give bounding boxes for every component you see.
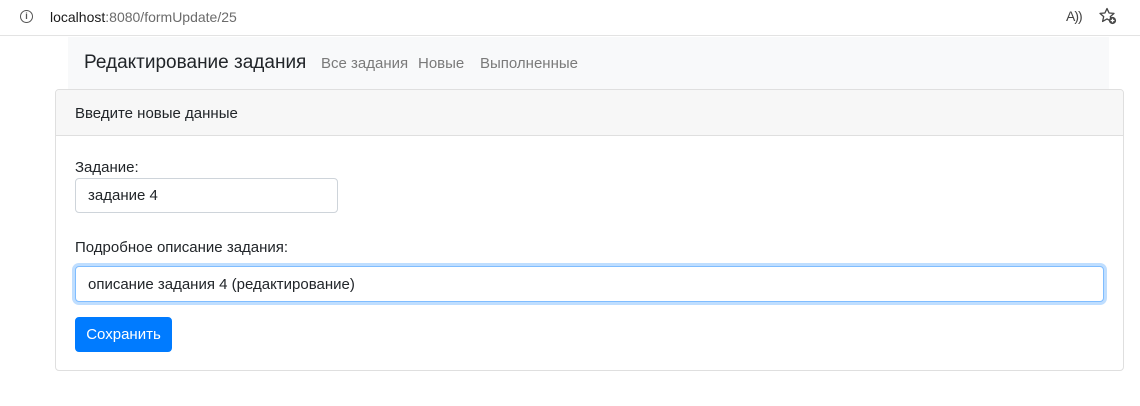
navbar-brand[interactable]: Редактирование задания xyxy=(84,52,306,74)
task-description-input[interactable] xyxy=(75,266,1104,302)
info-icon[interactable]: i xyxy=(20,10,33,23)
url-path: :8080/formUpdate/25 xyxy=(105,9,237,25)
save-button[interactable]: Сохранить xyxy=(75,317,172,352)
card-header-title: Введите новые данные xyxy=(75,105,238,122)
task-name-label: Задание: xyxy=(75,159,139,176)
browser-address-bar: i localhost:8080/formUpdate/25 A)) xyxy=(0,0,1140,36)
navbar: Редактирование задания Все задания Новые… xyxy=(68,37,1109,89)
url-field[interactable]: localhost:8080/formUpdate/25 xyxy=(50,9,237,26)
task-name-input[interactable] xyxy=(75,178,338,213)
task-description-label: Подробное описание задания: xyxy=(75,239,289,256)
card-header: Введите новые данные xyxy=(56,90,1123,136)
nav-link-completed[interactable]: Выполненные xyxy=(480,55,578,73)
read-aloud-icon[interactable]: A)) xyxy=(1066,8,1083,24)
add-favorite-icon[interactable] xyxy=(1098,6,1118,26)
nav-link-all-tasks[interactable]: Все задания xyxy=(321,55,408,73)
nav-link-new[interactable]: Новые xyxy=(418,55,464,73)
edit-task-card: Введите новые данные Задание: Подробное … xyxy=(55,89,1124,371)
url-host: localhost xyxy=(50,9,106,25)
